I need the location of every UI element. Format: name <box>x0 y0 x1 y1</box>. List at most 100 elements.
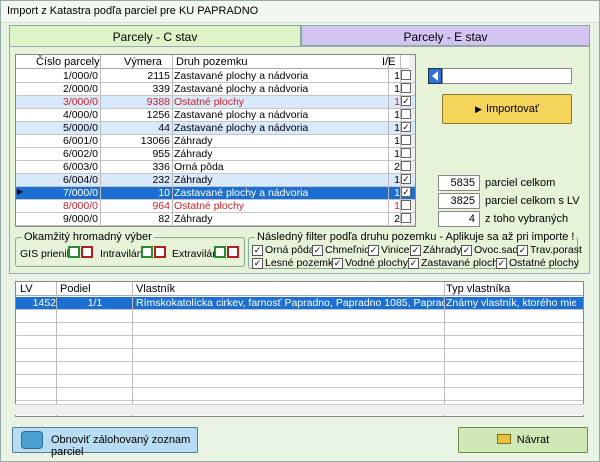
filter-checkbox[interactable]: ✓ <box>410 245 421 256</box>
col-podiel: Podiel <box>60 283 91 295</box>
filter-label: Záhrady <box>423 244 462 256</box>
parcel-row[interactable]: 4/000/0 1256 Zastavané plochy a nádvoria 1 <box>16 109 415 122</box>
parcel-row[interactable]: 9/000/0 82 Záhrady 2 <box>16 213 415 226</box>
intravilan-toggle[interactable] <box>141 246 167 259</box>
filter-label: Vodné plochy <box>345 257 409 269</box>
empty-row[interactable] <box>16 349 583 362</box>
parcel-type: Zastavané plochy a nádvoria <box>174 109 309 121</box>
database-refresh-icon <box>21 431 43 449</box>
parcel-area: 232 <box>152 174 170 186</box>
extravilan-toggle[interactable] <box>214 246 240 259</box>
empty-row[interactable] <box>16 362 583 375</box>
import-button[interactable]: ▶ Importovať <box>442 94 572 124</box>
parcel-row[interactable]: 2/000/0 339 Zastavané plochy a nádvoria 1 <box>16 83 415 96</box>
lv-count: 3825 <box>438 193 480 209</box>
folder-icon <box>496 434 511 444</box>
parcel-checkbox[interactable]: ✓ <box>401 96 411 106</box>
record-pointer-icon[interactable] <box>428 68 442 84</box>
parcel-type: Zastavané plochy a nádvoria <box>174 83 309 95</box>
empty-row[interactable] <box>16 323 583 336</box>
quick-select-group: Okamžitý hromadný výber GIS prienik: Int… <box>15 231 245 267</box>
filter-checkbox[interactable]: ✓ <box>312 245 323 256</box>
parcel-checkbox[interactable] <box>401 135 411 145</box>
parcel-number: 6/001/0 <box>62 135 98 147</box>
parcel-checkbox[interactable]: ✓ <box>401 187 411 197</box>
parcel-area: 82 <box>158 213 170 225</box>
empty-row[interactable] <box>16 336 583 349</box>
import-button-label: Importovať <box>485 103 539 115</box>
empty-row[interactable] <box>16 388 583 401</box>
parcel-ie: 1 <box>394 83 400 95</box>
parcel-type: Záhrady <box>174 174 213 186</box>
parcel-row[interactable]: 7/000/0 10 Zastavané plochy a nádvoria 1 ✓ ▶ <box>16 187 415 200</box>
parcel-area: 9388 <box>146 96 170 108</box>
parcel-area: 10 <box>158 187 170 199</box>
parcel-row[interactable]: 6/002/0 955 Záhrady 1 <box>16 148 415 161</box>
parcel-checkbox[interactable] <box>401 161 411 171</box>
parcel-area: 1256 <box>146 109 170 121</box>
filter-checkbox[interactable]: ✓ <box>252 258 263 269</box>
column-divider <box>56 282 57 416</box>
column-divider <box>400 55 401 226</box>
filter-group: Následný filter podľa druhu pozemku - Ap… <box>248 231 582 269</box>
parcel-checkbox[interactable] <box>401 148 411 158</box>
parcel-row[interactable]: 5/000/0 44 Zastavané plochy a nádvoria 1 ✓ <box>16 122 415 135</box>
empty-row[interactable] <box>16 375 583 388</box>
column-divider <box>132 282 133 416</box>
parcel-ie: 1 <box>394 187 400 199</box>
filter-label: Trav.porast <box>530 244 582 256</box>
tab-parcely-e[interactable]: Parcely - E stav <box>301 25 590 46</box>
parcel-row[interactable]: 1/000/0 2115 Zastavané plochy a nádvoria 1 <box>16 70 415 83</box>
parcel-ie: 1 <box>394 96 400 108</box>
parcel-checkbox[interactable]: ✓ <box>401 174 411 184</box>
parcel-ie: 2 <box>394 161 400 173</box>
parcel-row[interactable]: 6/003/0 336 Orná pôda 2 <box>16 161 415 174</box>
owner-share: 1/1 <box>87 297 103 309</box>
parcel-checkbox[interactable] <box>401 70 411 80</box>
filter-label: Ostatné plochy <box>509 257 580 269</box>
owners-table[interactable]: LV Podiel Vlastník Typ vlastníka 1452 1/1… <box>15 281 584 417</box>
parcel-row[interactable]: 8/000/0 964 Ostatné plochy 1 <box>16 200 415 213</box>
filter-checkbox[interactable]: ✓ <box>368 245 379 256</box>
back-button[interactable]: Návrat <box>458 427 588 453</box>
parcel-ie: 1 <box>394 109 400 121</box>
parcel-row[interactable]: 6/001/0 13066 Záhrady 1 <box>16 135 415 148</box>
owners-table-hscroll[interactable] <box>15 404 584 415</box>
gis-toggle[interactable] <box>68 246 94 259</box>
filter-checkbox[interactable]: ✓ <box>408 258 419 269</box>
col-vlastnik: Vlastník <box>136 283 176 295</box>
parcel-number: 5/000/0 <box>62 122 98 134</box>
parcel-number: 4/000/0 <box>62 109 98 121</box>
empty-row[interactable] <box>16 310 583 323</box>
parcel-checkbox[interactable] <box>401 83 411 93</box>
parcel-table[interactable]: Číslo parcely Výmera Druh pozemku I/E 1/… <box>15 54 416 227</box>
parcel-type: Orná pôda <box>174 161 224 173</box>
filter-checkbox[interactable]: ✓ <box>332 258 343 269</box>
parcel-row[interactable]: 6/004/0 232 Záhrady 1 ✓ <box>16 174 415 187</box>
lv-label: parciel celkom s LV <box>485 195 580 207</box>
parcel-ie: 1 <box>394 174 400 186</box>
parcel-checkbox[interactable] <box>401 213 411 223</box>
selected-label: z toho vybraných <box>485 213 569 225</box>
filter-checkbox[interactable]: ✓ <box>461 245 472 256</box>
owner-name: Rímskokatolícka cirkev, farnosť Papradno… <box>136 297 444 309</box>
parcel-checkbox[interactable] <box>401 109 411 119</box>
filter-checkbox[interactable]: ✓ <box>496 258 507 269</box>
parcel-area: 2115 <box>147 70 170 82</box>
parcel-area: 44 <box>158 122 170 134</box>
parcel-checkbox[interactable]: ✓ <box>401 122 411 132</box>
filter-label: Zastavané plochy <box>421 257 504 269</box>
column-divider <box>172 55 173 226</box>
filter-checkbox[interactable]: ✓ <box>517 245 528 256</box>
tab-parcely-c[interactable]: Parcely - C stav <box>9 25 301 46</box>
refresh-button[interactable]: Obnoviť zálohovaný zoznam parciel <box>12 427 198 458</box>
parcel-type: Zastavané plochy a nádvoria <box>174 122 309 134</box>
filter-checkbox[interactable]: ✓ <box>252 245 263 256</box>
parcel-area: 964 <box>152 200 170 212</box>
parcel-checkbox[interactable] <box>401 200 411 210</box>
owner-row[interactable]: 1452 1/1 Rímskokatolícka cirkev, farnosť P… <box>16 297 583 310</box>
quick-select-title: Okamžitý hromadný výber <box>22 231 154 243</box>
parcel-area: 955 <box>152 148 170 160</box>
parcel-row[interactable]: 3/000/0 9388 Ostatné plochy 1 ✓ <box>16 96 415 109</box>
parcel-type: Zastavané plochy a nádvoria <box>174 187 309 199</box>
